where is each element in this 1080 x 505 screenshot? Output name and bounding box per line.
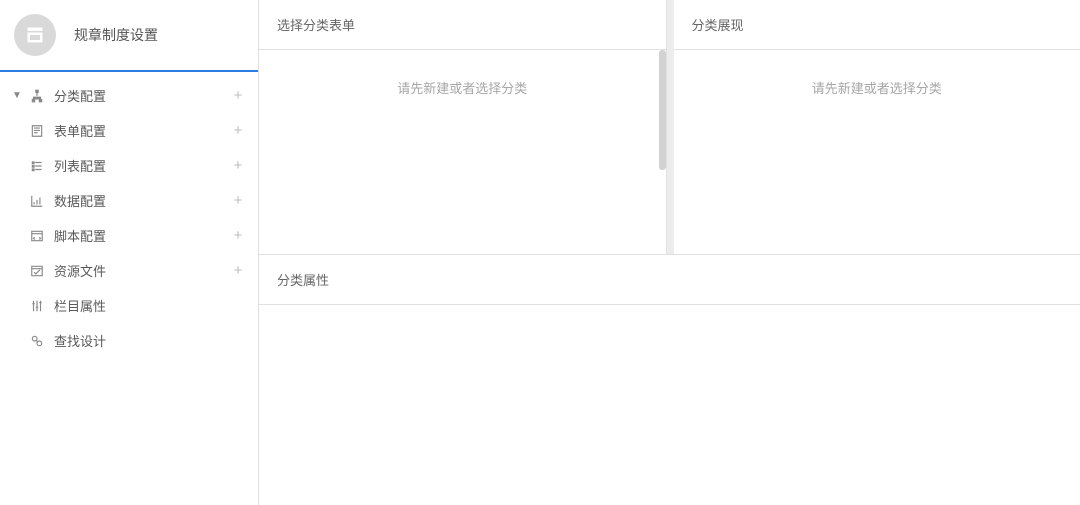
pane-display-header: 分类展现 [674, 0, 1080, 50]
logo-icon [25, 25, 45, 45]
app-root: 规章制度设置 ▼ 分类配置 + ▼ 表单配置 + ▼ [0, 0, 1080, 505]
pane-display-body: 请先新建或者选择分类 [674, 50, 1080, 254]
pane-divider[interactable] [666, 0, 674, 254]
sidebar-list: ▼ 分类配置 + ▼ 表单配置 + ▼ 列表配置 [0, 72, 258, 358]
sidebar-item-column-properties[interactable]: ▼ 栏目属性 + [0, 288, 258, 323]
sidebar-item-script-config[interactable]: ▼ 脚本配置 + [0, 218, 258, 253]
sidebar-item-label: 表单配置 [54, 121, 230, 140]
sitemap-icon [30, 89, 44, 103]
pane-properties-header: 分类属性 [259, 255, 1080, 305]
chart-icon [30, 194, 44, 208]
caret-down-icon[interactable]: ▼ [10, 90, 24, 101]
add-button[interactable]: + [230, 227, 246, 244]
sidebar-item-label: 资源文件 [54, 261, 230, 280]
add-button[interactable]: + [230, 122, 246, 139]
list-icon [30, 159, 44, 173]
sidebar-item-label: 栏目属性 [54, 296, 230, 315]
pane-display-placeholder: 请先新建或者选择分类 [674, 50, 1080, 97]
sidebar-title: 规章制度设置 [74, 25, 158, 45]
add-button[interactable]: + [230, 192, 246, 209]
sidebar-item-list-config[interactable]: ▼ 列表配置 + [0, 148, 258, 183]
sidebar-item-resource-files[interactable]: ▼ 资源文件 + [0, 253, 258, 288]
sidebar-header: 规章制度设置 [0, 0, 258, 72]
pane-properties: 分类属性 [259, 255, 1080, 505]
sidebar-item-label: 数据配置 [54, 191, 230, 210]
sidebar-item-label: 脚本配置 [54, 226, 230, 245]
sidebar-item-search-design[interactable]: ▼ 查找设计 + [0, 323, 258, 358]
pane-select-form: 选择分类表单 请先新建或者选择分类 [259, 0, 666, 254]
search-icon [30, 334, 44, 348]
main-area: 选择分类表单 请先新建或者选择分类 分类展现 请先新建或者选择分类 分类属性 [259, 0, 1080, 505]
sidebar-item-form-config[interactable]: ▼ 表单配置 + [0, 113, 258, 148]
pane-properties-body [259, 305, 1080, 505]
sidebar-item-label: 分类配置 [54, 86, 230, 105]
sidebar-item-category-config[interactable]: ▼ 分类配置 + [0, 78, 258, 113]
add-button[interactable]: + [230, 87, 246, 104]
pane-select-form-header: 选择分类表单 [259, 0, 666, 50]
file-icon [30, 264, 44, 278]
sidebar-item-label: 列表配置 [54, 156, 230, 175]
sidebar: 规章制度设置 ▼ 分类配置 + ▼ 表单配置 + ▼ [0, 0, 259, 505]
pane-select-form-placeholder: 请先新建或者选择分类 [259, 50, 666, 97]
pane-display: 分类展现 请先新建或者选择分类 [674, 0, 1080, 254]
form-icon [30, 124, 44, 138]
script-icon [30, 229, 44, 243]
add-button[interactable]: + [230, 157, 246, 174]
app-logo [14, 14, 56, 56]
sliders-icon [30, 299, 44, 313]
scrollbar-thumb[interactable] [659, 50, 666, 170]
top-panes: 选择分类表单 请先新建或者选择分类 分类展现 请先新建或者选择分类 [259, 0, 1080, 255]
sidebar-item-data-config[interactable]: ▼ 数据配置 + [0, 183, 258, 218]
sidebar-item-label: 查找设计 [54, 331, 230, 350]
add-button[interactable]: + [230, 262, 246, 279]
pane-select-form-body: 请先新建或者选择分类 [259, 50, 666, 254]
